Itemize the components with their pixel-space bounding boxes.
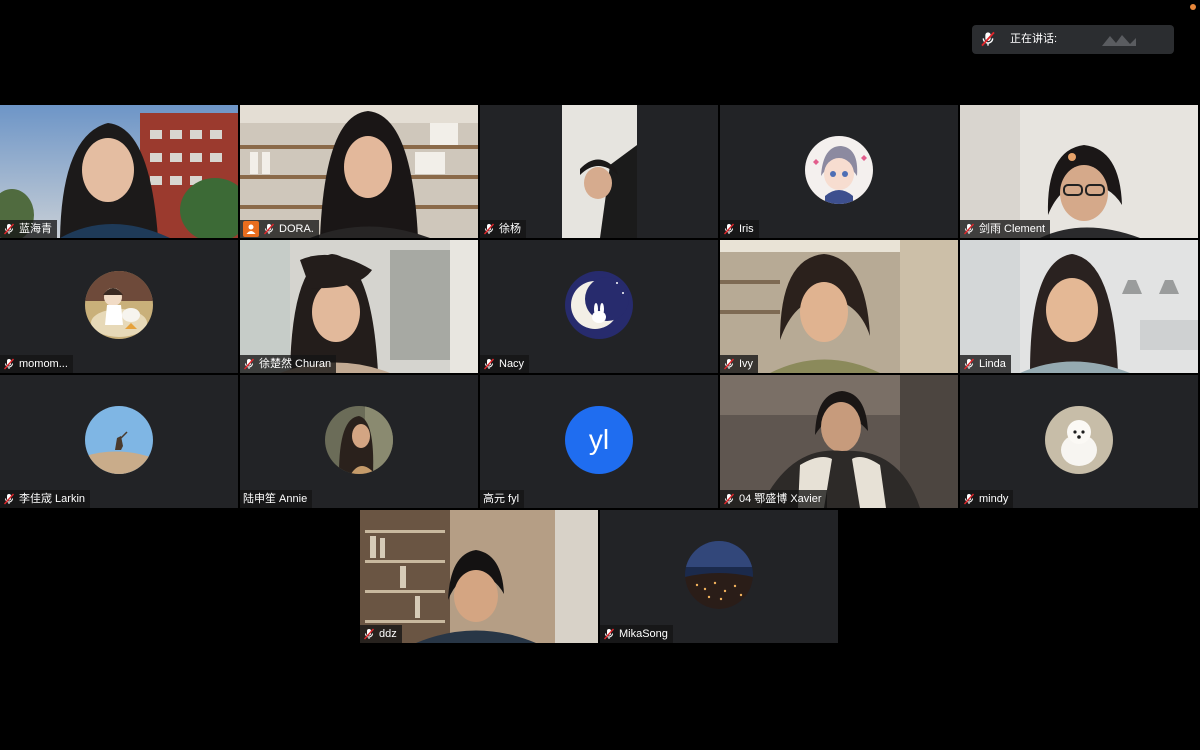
mic-muted-icon (963, 493, 975, 505)
participant-tile[interactable]: 04 鄂盛博 Xavier (720, 375, 958, 508)
participant-tile[interactable]: DORA. (240, 105, 478, 238)
mic-muted-icon (3, 493, 15, 505)
participant-tile[interactable]: momom... (0, 240, 238, 373)
participant-name: 徐杨 (499, 223, 521, 235)
mic-muted-icon (363, 628, 375, 640)
participant-name: 李佳宬 Larkin (19, 493, 86, 505)
participant-name: 高元 fyl (483, 493, 520, 505)
participant-name: momom... (19, 358, 68, 370)
mic-muted-icon (963, 358, 975, 370)
mic-muted-icon (723, 358, 735, 370)
mic-muted-icon (980, 31, 996, 47)
participant-name-tag: Iris (720, 220, 759, 238)
mic-muted-icon (483, 223, 495, 235)
recording-indicator (1190, 4, 1196, 10)
participant-tile[interactable]: 剑雨 Clement (960, 105, 1198, 238)
video-feed (360, 510, 598, 643)
profile-avatar (325, 406, 393, 474)
video-feed (720, 240, 958, 373)
participant-name: 04 鄂盛博 Xavier (739, 493, 822, 505)
participant-name-tag: MikaSong (600, 625, 673, 643)
participant-name: 剑雨 Clement (979, 223, 1046, 235)
mic-muted-icon (483, 358, 495, 370)
video-feed (240, 240, 478, 373)
profile-avatar (685, 541, 753, 609)
participant-tile[interactable]: yl 高元 fyl (480, 375, 718, 508)
participant-name: mindy (979, 493, 1009, 505)
participant-tile[interactable]: mindy (960, 375, 1198, 508)
participant-name: Iris (739, 223, 754, 235)
participant-name: 陆申笙 Annie (243, 493, 308, 505)
mic-muted-icon (723, 223, 735, 235)
video-feed (960, 240, 1198, 373)
initials-avatar: yl (565, 406, 633, 474)
active-speaker-label: 正在讲话: (1010, 33, 1058, 45)
participant-name: Nacy (499, 358, 525, 370)
host-badge-icon (243, 221, 259, 237)
participant-name: ddz (379, 628, 397, 640)
participant-name-tag: 蓝海青 (0, 220, 57, 238)
participant-name-tag: 剑雨 Clement (960, 220, 1051, 238)
participant-name-tag: 徐楚然 Churan (240, 355, 337, 373)
active-speaker-bar: 正在讲话: (972, 25, 1174, 54)
participant-name-tag: Nacy (480, 355, 530, 373)
profile-avatar (805, 136, 873, 204)
participant-tile[interactable]: MikaSong (600, 510, 838, 643)
participant-tile[interactable]: 李佳宬 Larkin (0, 375, 238, 508)
participant-name-tag: ddz (360, 625, 402, 643)
participant-name-tag: 高元 fyl (480, 490, 525, 508)
participant-name-tag: 徐杨 (480, 220, 526, 238)
mic-muted-icon (603, 628, 615, 640)
participant-name: Ivy (739, 358, 754, 370)
participant-tile[interactable]: 徐楚然 Churan (240, 240, 478, 373)
video-feed (240, 105, 478, 238)
participant-name-tag: mindy (960, 490, 1014, 508)
participant-name-tag: momom... (0, 355, 73, 373)
video-feed (0, 105, 238, 238)
mic-muted-icon (963, 223, 975, 235)
profile-avatar (85, 406, 153, 474)
profile-avatar (565, 271, 633, 339)
video-feed (720, 375, 958, 508)
video-feed (960, 105, 1198, 238)
participant-name-tag: DORA. (240, 220, 319, 238)
mic-muted-icon (243, 358, 255, 370)
participant-tile[interactable]: Nacy (480, 240, 718, 373)
participant-name: DORA. (279, 223, 314, 235)
participant-name-tag: 陆申笙 Annie (240, 490, 313, 508)
speaker-thumbnail-icon (1102, 35, 1136, 46)
participant-name: Linda (979, 358, 1006, 370)
participant-tile[interactable]: Linda (960, 240, 1198, 373)
participant-tile[interactable]: 蓝海青 (0, 105, 238, 238)
participant-name-tag: Ivy (720, 355, 759, 373)
participant-name-tag: 04 鄂盛博 Xavier (720, 490, 827, 508)
participant-name: 徐楚然 Churan (259, 358, 332, 370)
video-feed (480, 105, 718, 238)
mic-muted-icon (263, 223, 275, 235)
profile-avatar (85, 271, 153, 339)
mic-muted-icon (3, 223, 15, 235)
participant-name: MikaSong (619, 628, 668, 640)
profile-avatar (1045, 406, 1113, 474)
participant-tile[interactable]: Iris (720, 105, 958, 238)
participant-tile[interactable]: ddz (360, 510, 598, 643)
mic-muted-icon (723, 493, 735, 505)
mic-muted-icon (3, 358, 15, 370)
participant-name: 蓝海青 (19, 223, 52, 235)
participant-tile[interactable]: 徐杨 (480, 105, 718, 238)
participant-name-tag: Linda (960, 355, 1011, 373)
participant-tile[interactable]: Ivy (720, 240, 958, 373)
participant-name-tag: 李佳宬 Larkin (0, 490, 91, 508)
participant-tile[interactable]: 陆申笙 Annie (240, 375, 478, 508)
